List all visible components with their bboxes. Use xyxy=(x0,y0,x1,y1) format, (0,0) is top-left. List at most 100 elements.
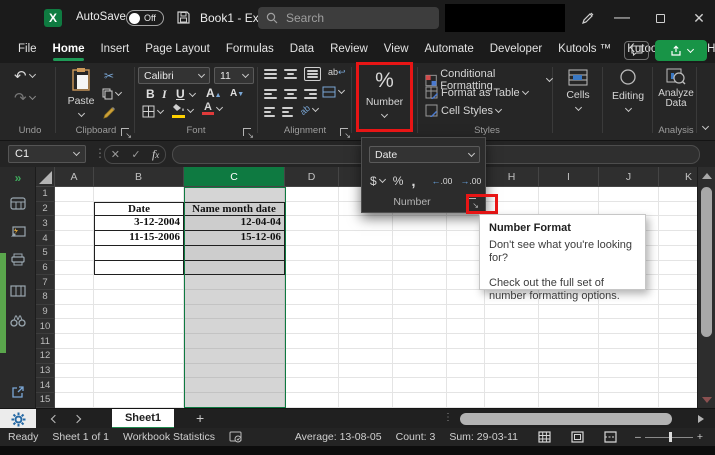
cell-D1[interactable] xyxy=(285,187,339,202)
row-header-12[interactable]: 12 xyxy=(36,348,55,364)
font-color-button[interactable]: A xyxy=(202,102,224,115)
cell-D4[interactable] xyxy=(285,231,339,246)
cell-G13[interactable] xyxy=(447,363,485,379)
format-painter-button[interactable] xyxy=(103,106,116,122)
cell-F9[interactable] xyxy=(393,304,447,320)
borders-button[interactable] xyxy=(142,105,165,118)
align-center-icon[interactable] xyxy=(284,89,297,99)
cell-D8[interactable] xyxy=(285,290,339,305)
cell-A6[interactable] xyxy=(55,260,94,276)
pane-handle[interactable] xyxy=(0,253,6,353)
row-header-1[interactable]: 1 xyxy=(36,187,55,202)
autosave-toggle[interactable]: Off xyxy=(126,10,164,26)
cell-C2[interactable]: Name month date xyxy=(184,201,285,217)
editing-button[interactable]: Editing xyxy=(606,63,650,114)
cell-D13[interactable] xyxy=(285,363,339,379)
tab-home[interactable]: Home xyxy=(45,37,93,62)
cell-F5[interactable] xyxy=(393,245,447,261)
cell-D5[interactable] xyxy=(285,245,339,261)
cell-K14[interactable] xyxy=(659,378,697,394)
format-as-table-button[interactable]: Format as Table xyxy=(425,86,529,99)
cell-K10[interactable] xyxy=(659,319,697,335)
cell-A11[interactable] xyxy=(55,334,94,349)
cell-A5[interactable] xyxy=(55,245,94,261)
search-input[interactable] xyxy=(286,11,416,25)
cell-G8[interactable] xyxy=(447,290,485,305)
cell-E7[interactable] xyxy=(339,275,393,291)
cell-K7[interactable] xyxy=(659,275,697,291)
align-top-icon[interactable] xyxy=(264,69,277,79)
align-bottom-icon[interactable] xyxy=(304,67,321,81)
wrap-text-icon[interactable]: ab↩ xyxy=(328,67,346,78)
column-header-B[interactable]: B xyxy=(94,167,184,187)
cell-B6[interactable] xyxy=(94,260,184,276)
cell-C10[interactable] xyxy=(184,319,285,335)
cell-B2[interactable]: Date xyxy=(94,201,184,217)
cell-B8[interactable] xyxy=(94,290,184,305)
row-header-10[interactable]: 10 xyxy=(36,319,55,335)
tab-kutools[interactable]: Kutools ™ xyxy=(550,37,619,62)
cell-B12[interactable] xyxy=(94,348,184,364)
select-all-button[interactable] xyxy=(36,167,55,187)
row-header-2[interactable]: 2 xyxy=(36,201,55,217)
sheet-nav-left-button[interactable] xyxy=(50,414,60,424)
cell-I14[interactable] xyxy=(539,378,599,394)
orientation-button[interactable]: ab xyxy=(298,103,320,117)
row-header-3[interactable]: 3 xyxy=(36,216,55,232)
cell-C5[interactable] xyxy=(184,245,285,261)
cell-J10[interactable] xyxy=(599,319,659,335)
cell-J14[interactable] xyxy=(599,378,659,394)
cell-J11[interactable] xyxy=(599,334,659,349)
expand-pane-icon[interactable]: » xyxy=(0,171,36,185)
italic-button[interactable]: I xyxy=(162,87,167,102)
cell-J12[interactable] xyxy=(599,348,659,364)
font-name-select[interactable]: Calibri xyxy=(138,67,210,84)
cell-G10[interactable] xyxy=(447,319,485,335)
cell-K12[interactable] xyxy=(659,349,697,364)
cell-H15[interactable] xyxy=(485,393,539,408)
cell-E13[interactable] xyxy=(339,363,393,379)
workbook-statistics-button[interactable]: Workbook Statistics xyxy=(123,431,215,443)
cell-B9[interactable] xyxy=(94,304,184,320)
cell-D15[interactable] xyxy=(285,393,339,408)
vertical-scroll-thumb[interactable] xyxy=(701,187,712,337)
cell-B1[interactable] xyxy=(94,187,184,202)
cell-I10[interactable] xyxy=(539,319,599,335)
cell-C11[interactable] xyxy=(184,334,285,349)
cell-C8[interactable] xyxy=(184,290,285,305)
workbook-pane-icon[interactable] xyxy=(0,197,36,210)
cell-A14[interactable] xyxy=(55,378,94,394)
view-page-break-button[interactable] xyxy=(604,431,617,443)
external-link-icon[interactable] xyxy=(0,385,36,399)
cell-B14[interactable] xyxy=(94,378,184,394)
cell-K6[interactable] xyxy=(659,261,697,276)
cell-A12[interactable] xyxy=(55,348,94,364)
cell-I9[interactable] xyxy=(539,304,599,320)
cell-styles-button[interactable]: Cell Styles xyxy=(425,104,503,117)
cell-D11[interactable] xyxy=(285,334,339,349)
vertical-scrollbar[interactable] xyxy=(697,167,715,408)
increase-decimal-button[interactable]: ← .00 xyxy=(432,176,453,186)
cell-H12[interactable] xyxy=(485,348,539,364)
cell-H10[interactable] xyxy=(485,319,539,335)
cell-E11[interactable] xyxy=(339,334,393,349)
paste-button[interactable]: Paste xyxy=(64,67,98,119)
number-dialog-launcher[interactable] xyxy=(468,198,479,210)
cell-B11[interactable] xyxy=(94,334,184,349)
cell-F4[interactable] xyxy=(393,231,447,246)
tab-developer[interactable]: Developer xyxy=(482,37,550,62)
analyze-data-button[interactable]: Analyze Data xyxy=(656,63,696,109)
cell-I15[interactable] xyxy=(539,393,599,408)
cell-C7[interactable] xyxy=(184,275,285,291)
cell-K8[interactable] xyxy=(659,290,697,305)
cell-A1[interactable] xyxy=(55,187,94,202)
enter-button[interactable]: ✓ xyxy=(131,148,140,161)
fill-color-button[interactable] xyxy=(172,103,195,118)
cell-F13[interactable] xyxy=(393,363,447,379)
cell-A2[interactable] xyxy=(55,201,94,217)
number-format-button[interactable]: % Number xyxy=(359,63,410,132)
row-header-6[interactable]: 6 xyxy=(36,260,55,276)
tab-page-layout[interactable]: Page Layout xyxy=(137,37,218,62)
undo-button[interactable]: ↶ xyxy=(14,67,36,85)
sheet-tab-sheet1[interactable]: Sheet1 xyxy=(112,409,174,429)
